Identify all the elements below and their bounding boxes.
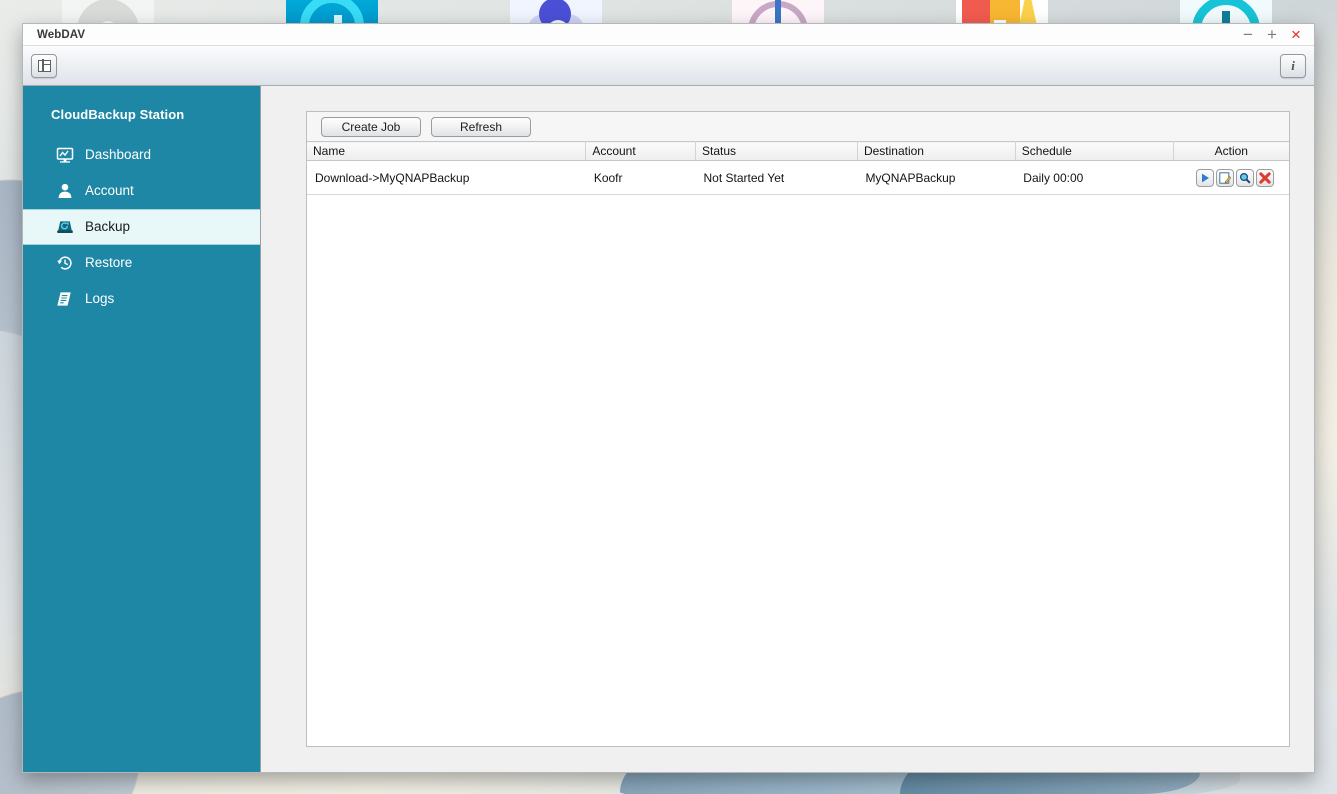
close-button[interactable]: × [1284, 25, 1308, 45]
refresh-button[interactable]: Refresh [431, 116, 531, 137]
window-body: CloudBackup Station Dashboard Account Ba… [23, 86, 1314, 772]
jobs-table-body: Download->MyQNAPBackup Koofr Not Started… [307, 160, 1289, 195]
maximize-button[interactable]: + [1260, 25, 1284, 45]
main-content: Create Job Refresh Name Account Status D… [261, 86, 1314, 772]
sidebar-item-label: Restore [85, 255, 133, 271]
info-icon: i [1291, 58, 1295, 73]
logs-icon [56, 290, 74, 308]
minimize-button[interactable]: − [1236, 25, 1260, 45]
cell-action [1173, 160, 1289, 195]
sidebar: CloudBackup Station Dashboard Account Ba… [23, 86, 261, 772]
column-header-status[interactable]: Status [695, 141, 858, 161]
panel-toggle-button[interactable] [31, 53, 57, 78]
jobs-toolbar: Create Job Refresh [307, 112, 1289, 141]
view-icon [1240, 172, 1251, 184]
restore-icon [56, 254, 74, 272]
sidebar-item-logs[interactable]: Logs [23, 281, 260, 317]
application-window: WebDAV − + × i CloudBackup Station Dashb… [22, 23, 1315, 773]
jobs-table-empty-area [307, 195, 1289, 746]
window-toolbar: i [23, 46, 1314, 86]
cell-status: Not Started Yet [695, 160, 858, 195]
edit-job-button[interactable] [1216, 168, 1235, 187]
cell-schedule: Daily 00:00 [1015, 160, 1174, 195]
sidebar-item-backup[interactable]: Backup [23, 209, 260, 245]
sidebar-item-restore[interactable]: Restore [23, 245, 260, 281]
edit-icon [1219, 171, 1232, 184]
view-job-button[interactable] [1236, 168, 1255, 187]
dashboard-icon [56, 146, 74, 164]
window-title: WebDAV [37, 28, 86, 41]
row-action-group [1196, 168, 1275, 187]
sidebar-title: CloudBackup Station [51, 107, 185, 122]
panel-toggle-icon [37, 58, 52, 73]
sidebar-item-label: Logs [85, 291, 115, 307]
jobs-table-head: Name Account Status Destination Schedule… [307, 141, 1289, 161]
sidebar-item-label: Backup [85, 219, 131, 235]
start-job-button[interactable] [1196, 168, 1215, 187]
create-job-button[interactable]: Create Job [321, 116, 421, 137]
jobs-table: Name Account Status Destination Schedule… [307, 141, 1289, 195]
delete-job-button[interactable] [1256, 168, 1275, 187]
sidebar-item-account[interactable]: Account [23, 173, 260, 209]
window-titlebar[interactable]: WebDAV − + × [23, 24, 1314, 46]
sidebar-item-dashboard[interactable]: Dashboard [23, 137, 260, 173]
column-header-name[interactable]: Name [307, 141, 587, 161]
user-icon [56, 182, 74, 200]
cell-name: Download->MyQNAPBackup [307, 160, 586, 195]
info-button[interactable]: i [1280, 53, 1306, 78]
column-header-schedule[interactable]: Schedule [1015, 141, 1174, 161]
backup-icon [56, 218, 74, 236]
column-header-action: Action [1173, 141, 1289, 161]
cell-account: Koofr [585, 160, 696, 195]
table-header-row: Name Account Status Destination Schedule… [307, 141, 1289, 161]
start-icon [1202, 173, 1210, 182]
sidebar-item-label: Dashboard [85, 147, 152, 163]
column-header-account[interactable]: Account [585, 141, 696, 161]
cell-destination: MyQNAPBackup [857, 160, 1016, 195]
jobs-panel: Create Job Refresh Name Account Status D… [306, 111, 1290, 747]
column-header-destination[interactable]: Destination [857, 141, 1016, 161]
delete-icon [1259, 171, 1271, 184]
sidebar-nav: Dashboard Account Backup Restore Logs [23, 137, 260, 317]
sidebar-item-label: Account [85, 183, 134, 199]
table-row[interactable]: Download->MyQNAPBackup Koofr Not Started… [307, 160, 1289, 195]
